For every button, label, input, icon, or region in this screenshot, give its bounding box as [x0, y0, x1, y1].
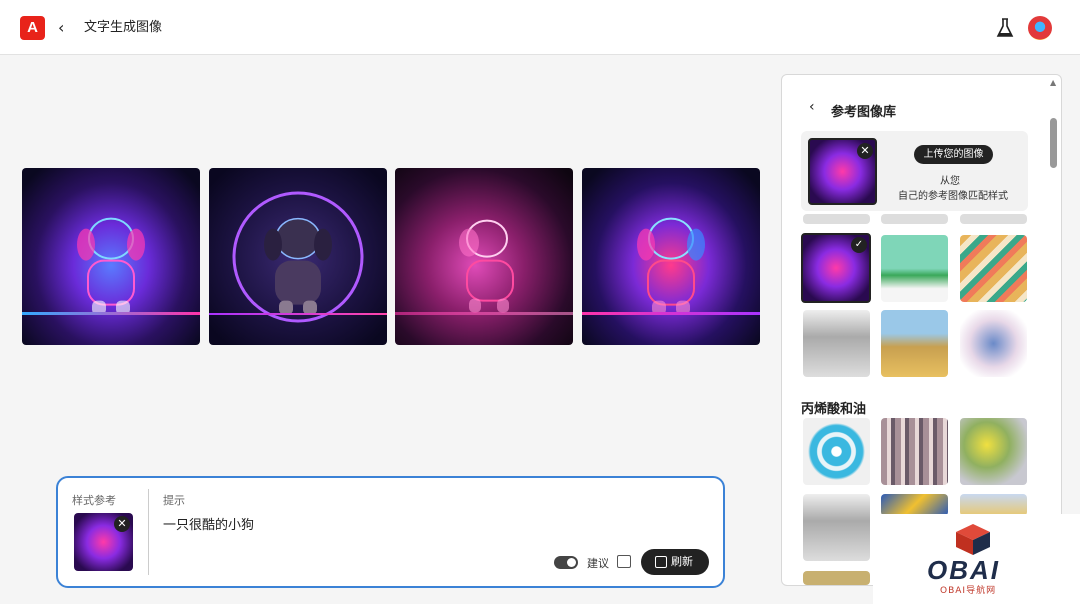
reference-image[interactable] [803, 418, 870, 485]
style-reference-label: 样式参考 [72, 494, 116, 507]
prompt-label: 提示 [163, 494, 185, 507]
neon-floor [209, 313, 387, 315]
panel-title: 参考图像库 [831, 105, 897, 120]
reference-image[interactable] [960, 494, 1027, 516]
watermark-text: OBAI [927, 555, 1000, 585]
generated-image-4[interactable] [582, 168, 760, 345]
reference-image[interactable] [960, 235, 1027, 302]
generated-image-2[interactable] [209, 168, 387, 345]
dog-illustration [264, 217, 332, 315]
adobe-logo[interactable]: A [20, 16, 45, 40]
reference-image[interactable] [881, 235, 948, 302]
scrollbar[interactable] [1050, 118, 1057, 168]
upload-desc-line2: 自己的参考图像匹配样式 [898, 191, 1008, 202]
reference-image[interactable] [803, 571, 870, 585]
reference-image[interactable] [803, 214, 870, 224]
flask-icon[interactable] [995, 16, 1015, 40]
dog-illustration [637, 217, 705, 315]
reference-image[interactable] [803, 494, 870, 561]
chevron-left-icon[interactable]: ‹ [809, 99, 815, 115]
reference-image[interactable] [881, 418, 948, 485]
divider [148, 489, 149, 575]
reference-image[interactable] [803, 310, 870, 377]
refresh-icon [655, 556, 667, 568]
reference-image[interactable] [881, 494, 948, 516]
upload-image-button[interactable]: 上传您的图像 [914, 145, 993, 164]
neon-floor [582, 312, 760, 315]
suggestion-toggle[interactable] [554, 556, 578, 569]
close-icon[interactable]: ✕ [857, 143, 873, 159]
dog-illustration [77, 217, 145, 315]
watermark-subtext: OBAI导航网 [940, 586, 997, 596]
check-icon: ✓ [851, 237, 867, 253]
suggestion-label: 建议 [587, 557, 609, 570]
generated-image-3[interactable] [395, 168, 573, 345]
suggestion-settings-icon[interactable] [617, 555, 631, 568]
app-header: A ‹ 文字生成图像 [0, 0, 1080, 55]
page-title: 文字生成图像 [84, 20, 163, 35]
chevron-left-icon[interactable]: ‹ [58, 18, 64, 38]
neon-floor [395, 312, 573, 315]
dog-illustration [459, 219, 514, 313]
scroll-up-icon[interactable]: ▲ [1050, 78, 1056, 87]
section-title: 丙烯酸和油 [801, 402, 867, 417]
reference-image[interactable] [960, 214, 1027, 224]
reference-image[interactable] [960, 310, 1027, 377]
refresh-button[interactable]: 刷新 [641, 549, 709, 575]
cube-logo-icon [956, 524, 990, 555]
close-icon[interactable]: ✕ [114, 516, 130, 532]
prompt-input[interactable]: 一只很酷的小狗 [163, 514, 543, 533]
neon-floor [22, 312, 200, 315]
reference-image[interactable] [960, 418, 1027, 485]
upload-desc-line1: 从您 [940, 176, 960, 187]
reference-image[interactable] [881, 214, 948, 224]
generated-image-1[interactable] [22, 168, 200, 345]
avatar[interactable] [1028, 16, 1052, 40]
reference-image[interactable] [881, 310, 948, 377]
